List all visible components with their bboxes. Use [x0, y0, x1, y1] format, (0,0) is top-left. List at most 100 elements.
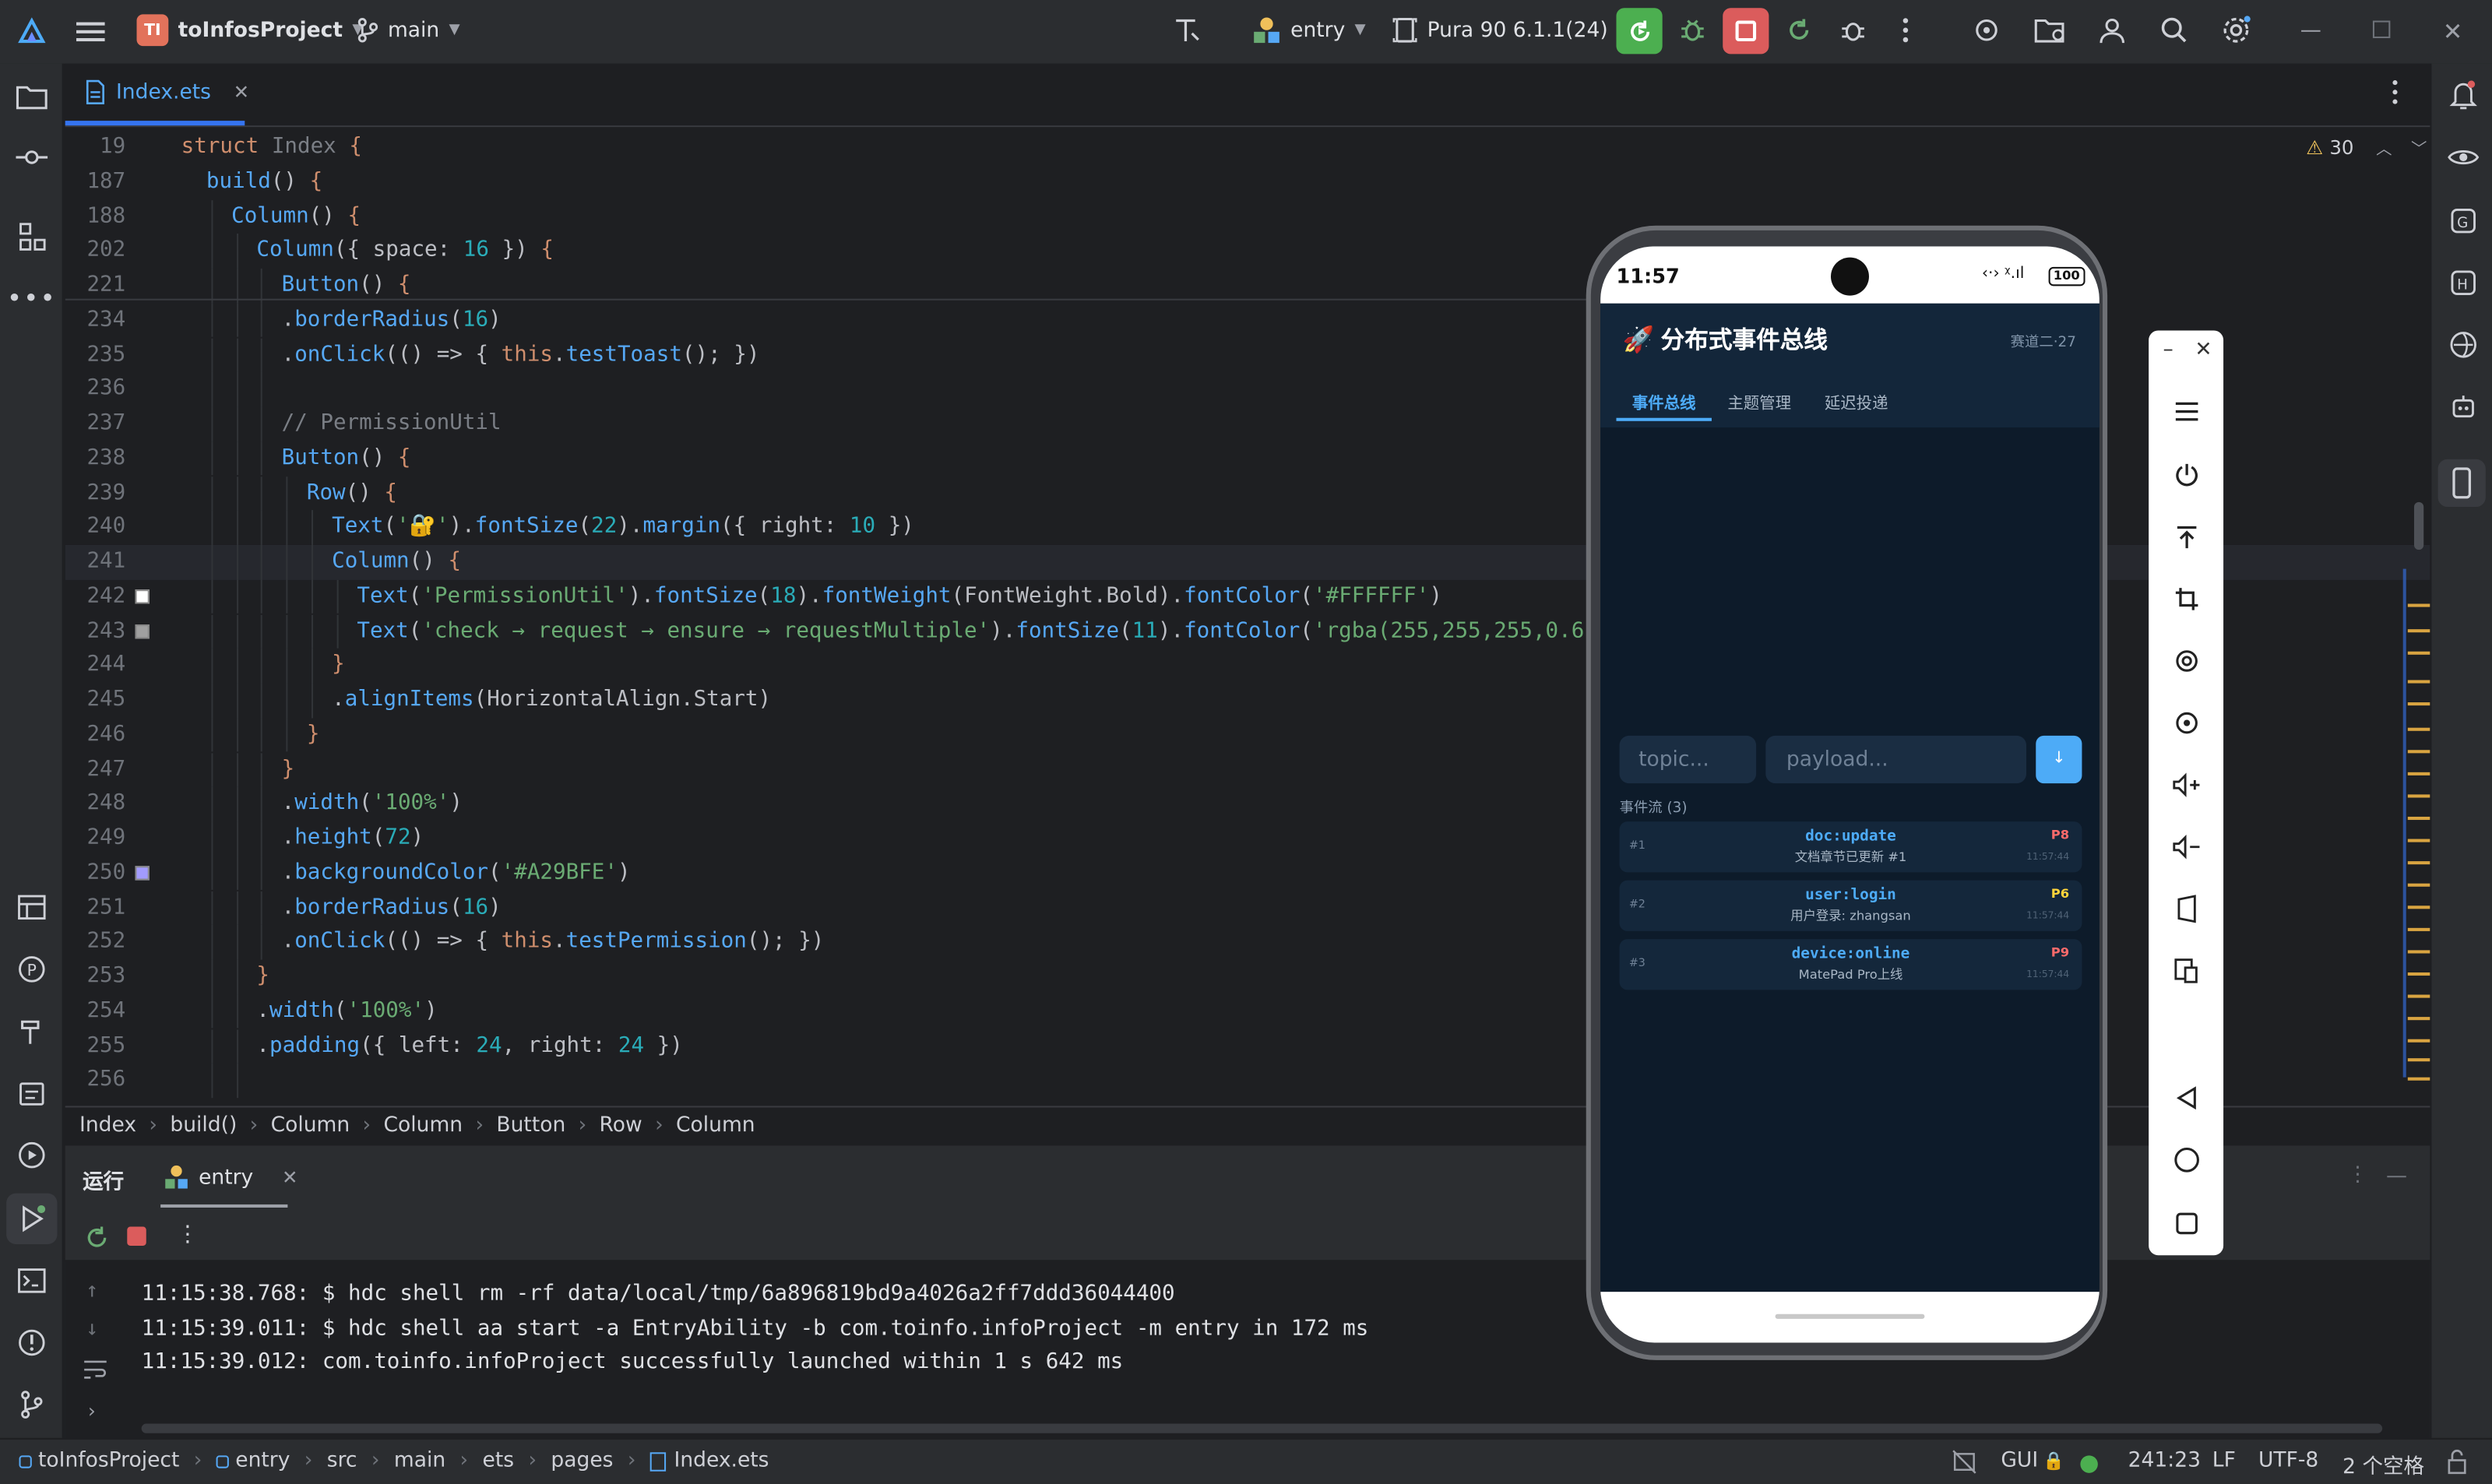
more-tools-icon[interactable]: ••• — [7, 280, 55, 315]
harmony-icon[interactable]: H — [2446, 266, 2481, 301]
event-card[interactable]: #2 user:login 用户登录: zhangsan P6 11:57:44 — [1619, 880, 2082, 931]
color-swatch-icon[interactable] — [135, 865, 150, 881]
account-icon[interactable] — [2096, 14, 2128, 46]
emu-screenshot-icon[interactable] — [2170, 705, 2205, 740]
emu-multi-device-icon[interactable] — [2170, 953, 2205, 988]
branch-switcher[interactable]: main ▼ — [356, 17, 460, 43]
device-manager-icon[interactable] — [2446, 327, 2481, 362]
close-run-tab-icon[interactable]: ✕ — [282, 1166, 298, 1189]
device-emulator-button[interactable] — [2437, 459, 2486, 508]
caret-position[interactable]: 241:23 — [2128, 1449, 2201, 1473]
breadcrumb-item[interactable]: Column — [384, 1114, 463, 1138]
warning-marker[interactable] — [2407, 927, 2430, 931]
attach-debugger-button[interactable] — [1837, 14, 1869, 46]
status-path-item[interactable]: main — [394, 1449, 445, 1473]
emu-volume-down-icon[interactable] — [2170, 829, 2205, 864]
warning-marker[interactable] — [2407, 1039, 2430, 1043]
tab-index-ets[interactable]: Index.ets ✕ — [84, 79, 249, 105]
run-config-selector[interactable]: entry ▼ — [1252, 16, 1366, 44]
inspection-widget[interactable]: ⚠ 30 ︿ ﹀ — [2306, 135, 2427, 159]
target-icon[interactable] — [1971, 14, 2003, 46]
emu-menu-icon[interactable] — [2170, 394, 2205, 429]
warning-marker[interactable] — [2407, 816, 2430, 821]
emu-close-icon[interactable]: ✕ — [2195, 339, 2212, 363]
tab-topic-manage[interactable]: 主题管理 — [1727, 389, 1791, 413]
emu-back-icon[interactable] — [2170, 1081, 2205, 1116]
emu-rotate-icon[interactable] — [2170, 644, 2205, 679]
notifications-bell-icon[interactable] — [2446, 78, 2481, 113]
emu-recents-icon[interactable] — [2170, 1206, 2205, 1241]
ai-assistant-icon[interactable] — [2446, 389, 2481, 424]
status-path-item[interactable]: src — [327, 1449, 357, 1473]
phone-screen[interactable]: 11:57 ‹·› ᵡ.ıl 100 🚀 分布式事件总线 赛道二·27 事件总线… — [1600, 246, 2100, 1343]
status-ok-dot[interactable] — [2080, 1455, 2098, 1473]
warning-marker[interactable] — [2407, 950, 2430, 954]
indent-setting[interactable]: 2 个空格 — [2342, 1449, 2424, 1479]
emu-home-icon[interactable] — [2170, 1142, 2205, 1177]
apply-changes-button[interactable] — [1783, 14, 1815, 46]
status-path-item[interactable]: pages — [551, 1449, 613, 1473]
home-indicator[interactable] — [1775, 1313, 1925, 1319]
warning-marker[interactable] — [2407, 883, 2430, 887]
tab-delay-delivery[interactable]: 延迟投递 — [1825, 389, 1888, 413]
run-options-icon[interactable]: ⋮ — [2347, 1163, 2368, 1187]
code-line[interactable]: 187 build() { — [65, 165, 2430, 199]
warning-marker[interactable] — [2407, 794, 2430, 798]
maximize-icon[interactable] — [2372, 20, 2391, 38]
editor-scrollbar-thumb[interactable] — [2413, 501, 2424, 550]
warning-marker[interactable] — [2407, 1017, 2430, 1021]
breadcrumb-item[interactable]: build() — [170, 1114, 237, 1138]
main-menu-icon[interactable] — [75, 16, 107, 47]
event-card[interactable]: #1 doc:update 文档章节已更新 #1 P8 11:57:44 — [1619, 821, 2082, 873]
breadcrumb-item[interactable]: Row — [600, 1114, 642, 1138]
emu-minimize-icon[interactable]: – — [2163, 339, 2173, 363]
project-folder-icon[interactable] — [14, 79, 49, 114]
emu-volume-up-icon[interactable] — [2170, 768, 2205, 803]
device-selector[interactable]: Pura 90 6.1.1(24) ▼ — [1392, 16, 1628, 44]
emu-fold-icon[interactable] — [2170, 891, 2205, 927]
file-encoding[interactable]: UTF-8 — [2258, 1449, 2318, 1473]
lock-file-icon[interactable] — [2446, 1449, 2469, 1475]
payload-input[interactable]: payload... — [1765, 735, 2027, 784]
code-line[interactable]: 19 struct Index { — [65, 130, 2430, 164]
settings-gear-icon[interactable] — [2220, 14, 2252, 46]
status-path-item[interactable]: Index.ets — [674, 1449, 769, 1473]
chevron-up-icon[interactable]: ︿ — [2376, 135, 2392, 159]
warning-marker[interactable] — [2407, 750, 2430, 754]
version-control-icon[interactable] — [14, 1387, 49, 1422]
rerun-icon[interactable] — [84, 1225, 110, 1250]
codegenie-icon[interactable]: G — [2446, 203, 2481, 238]
search-icon[interactable] — [2158, 14, 2190, 46]
warning-marker[interactable] — [2407, 1077, 2430, 1081]
minimize-icon[interactable] — [2301, 30, 2321, 32]
breadcrumb-item[interactable]: Column — [676, 1114, 755, 1138]
console-hscrollbar[interactable] — [141, 1423, 2383, 1433]
chevron-down-icon[interactable]: ﹀ — [2411, 135, 2427, 159]
app-logo-icon[interactable] — [16, 16, 48, 47]
read-only-toggle-icon[interactable] — [1952, 1449, 1977, 1475]
emu-power-icon[interactable] — [2170, 458, 2205, 493]
warning-marker[interactable] — [2407, 772, 2430, 775]
services-icon[interactable] — [14, 1138, 49, 1173]
problems-icon[interactable] — [14, 1325, 49, 1360]
text-tool-icon[interactable] — [1171, 14, 1203, 46]
warning-marker[interactable] — [2407, 861, 2430, 865]
tab-event-bus[interactable]: 事件总线 — [1632, 389, 1696, 413]
warning-marker[interactable] — [2407, 1058, 2430, 1062]
warning-marker[interactable] — [2407, 839, 2430, 842]
layout-inspector-icon[interactable] — [14, 890, 49, 925]
run-tool-button[interactable] — [6, 1193, 58, 1244]
scroll-up-icon[interactable]: ↑ — [86, 1279, 98, 1303]
close-tab-icon[interactable]: ✕ — [234, 81, 250, 104]
warning-marker[interactable] — [2407, 651, 2430, 655]
structure-icon[interactable] — [14, 220, 49, 255]
soft-wrap-icon[interactable] — [83, 1359, 108, 1381]
gui-indicator[interactable]: GUI 🔒 — [2001, 1449, 2064, 1473]
warning-marker[interactable] — [2407, 972, 2430, 976]
run-more-icon[interactable]: ⋮ — [177, 1222, 199, 1247]
line-separator[interactable]: LF — [2212, 1449, 2236, 1473]
status-path-item[interactable]: ets — [483, 1449, 515, 1473]
event-card[interactable]: #3 device:online MatePad Pro上线 P9 11:57:44 — [1619, 939, 2082, 990]
rerun-button[interactable] — [1616, 8, 1663, 55]
status-path-item[interactable]: entry — [235, 1449, 290, 1473]
